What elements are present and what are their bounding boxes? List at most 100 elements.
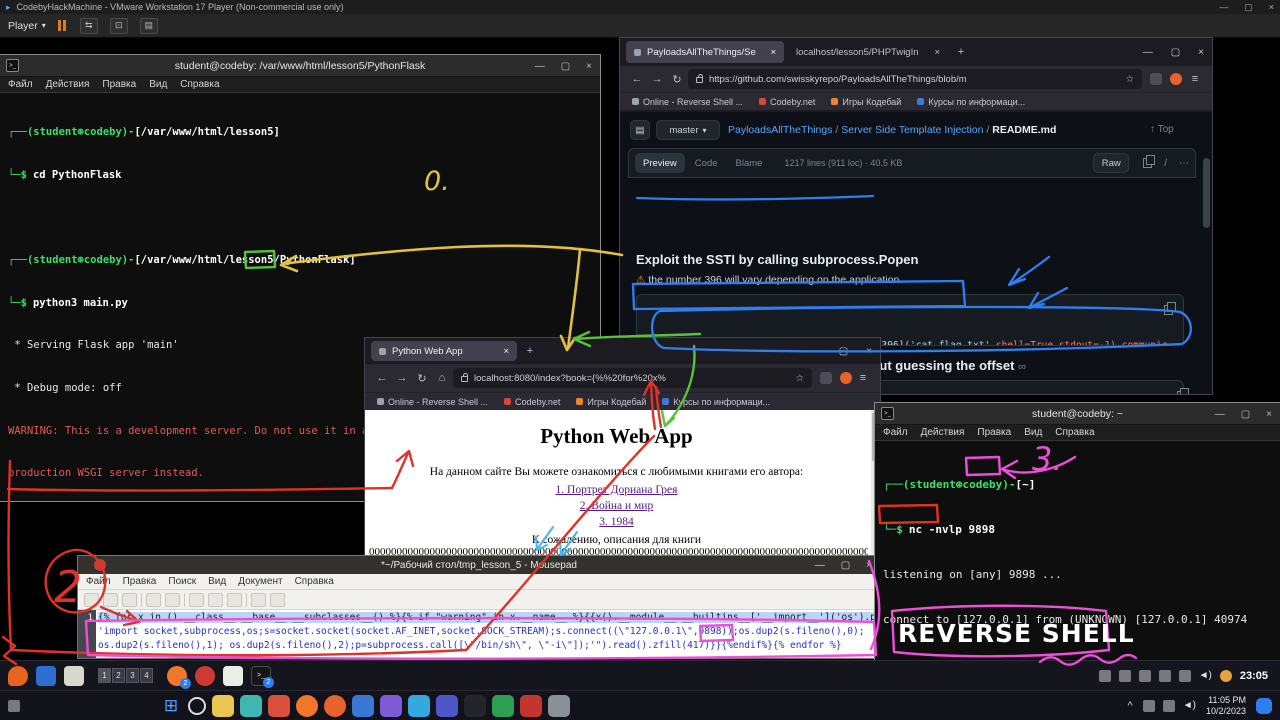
taskbar-app-7[interactable] [380,695,402,717]
maximize-button[interactable]: ▢ [1171,47,1180,58]
new-file-icon[interactable] [84,593,99,607]
menu-actions[interactable]: Действия [46,79,90,90]
tab-code[interactable]: Code [687,153,726,173]
taskbar-mousepad-icon[interactable] [223,666,243,686]
find-icon[interactable] [251,593,266,607]
taskbar-firefox-icon[interactable]: 2 [167,666,187,686]
volume-icon[interactable]: ◄) [1183,700,1196,711]
new-tab-button[interactable]: + [952,46,970,58]
tray-icon-vmware[interactable] [1139,670,1151,682]
tab-localhost-phptwig[interactable]: localhost/lesson5/PHPTwigIn × [788,41,948,63]
player-menu[interactable]: Player ▾ [8,20,46,32]
clock-date[interactable]: 11:05 PM 10/2/2023 [1206,695,1246,717]
minimize-button[interactable]: — [811,346,821,357]
app-menu-icon[interactable]: ≡ [1186,73,1204,85]
open-file-icon[interactable] [103,593,118,607]
taskbar-app-3[interactable] [268,695,290,717]
close-button[interactable]: × [1198,47,1204,58]
back-button[interactable]: ← [628,73,646,85]
copy-icon[interactable] [1143,158,1152,168]
volume-icon[interactable]: ◄) [1199,670,1212,681]
clock[interactable]: 23:05 [1240,670,1268,682]
maximize-button[interactable]: ▢ [841,560,850,571]
back-to-top-button[interactable]: ↑ Top [1150,124,1174,135]
extensions-icon[interactable] [820,372,832,384]
book-link-2[interactable]: 2. Война и мир [365,500,868,512]
menu-edit[interactable]: Правка [123,576,157,587]
tab-blame[interactable]: Blame [728,153,771,173]
menu-file[interactable]: Файл [86,576,111,587]
back-button[interactable]: ← [373,372,391,384]
taskbar-app-11[interactable] [492,695,514,717]
taskbar-browser-icon[interactable] [195,666,215,686]
menu-help[interactable]: Справка [1055,427,1094,438]
taskbar-app-10[interactable] [464,695,486,717]
close-button[interactable]: × [1266,409,1272,420]
taskbar-app-9[interactable] [436,695,458,717]
menu-actions[interactable]: Действия [921,427,965,438]
mousepad-titlebar[interactable]: *~/Рабочий стол/tmp_lesson_5 - Mousepad … [78,556,880,574]
new-tab-button[interactable]: + [521,345,539,357]
tab-payloadsallthethings[interactable]: PayloadsAllTheThings/Se × [626,41,784,63]
notification-bell-icon[interactable] [1220,670,1232,682]
menu-help[interactable]: Справка [180,79,219,90]
menu-view[interactable]: Вид [208,576,226,587]
workspace-4[interactable]: 4 [140,668,153,683]
bookmark-item[interactable]: Codeby.net [759,97,815,107]
minimize-button[interactable]: — [1215,409,1225,420]
maximize-button[interactable]: ▢ [1241,409,1250,420]
edit-icon[interactable]: / [1164,158,1167,169]
tab-close-icon[interactable]: × [503,346,509,357]
bookmark-item[interactable]: Online - Reverse Shell ... [377,397,488,407]
bookmark-star-icon[interactable]: ☆ [1125,74,1134,85]
reload-button[interactable]: ↻ [668,73,686,86]
terminal1-titlebar[interactable]: >_ student@codeby: /var/www/html/lesson5… [0,55,600,77]
account-avatar[interactable] [840,372,852,384]
taskbar-app-2[interactable] [240,695,262,717]
copy-code-icon[interactable] [1164,305,1173,315]
reload-button[interactable]: ↻ [413,372,431,385]
paste-icon[interactable] [227,593,242,607]
close-button[interactable]: × [866,560,872,571]
breadcrumb-section[interactable]: Server Side Template Injection [841,124,983,136]
tab-preview[interactable]: Preview [635,153,685,173]
mail-icon[interactable] [64,666,84,686]
url-bar[interactable]: https://github.com/swisskyrepo/PayloadsA… [688,69,1142,89]
bookmark-item[interactable]: Codeby.net [504,397,560,407]
save-icon[interactable] [122,593,137,607]
redo-icon[interactable] [165,593,180,607]
branch-selector[interactable]: master ▾ [656,120,720,140]
taskbar-app-12[interactable] [520,695,542,717]
mousepad-editor[interactable]: 1 {% for x in ().__class__.__base__.__su… [78,610,880,658]
minimize-button[interactable]: — [1143,47,1153,58]
devices-button[interactable]: ▤ [140,18,158,34]
taskbar-app-1[interactable] [212,695,234,717]
breadcrumb-repo[interactable]: PayloadsAllTheThings [728,124,832,136]
bookmark-item[interactable]: Игры Кодебай [831,97,901,107]
taskbar-terminal-icon[interactable]: >_ 2 [251,666,271,686]
url-bar[interactable]: localhost:8080/index?book={%%20for%20x% … [453,368,812,388]
taskbar-app-6[interactable] [352,695,374,717]
close-button[interactable]: × [866,346,872,357]
vmware-maximize-button[interactable]: ▢ [1244,2,1253,13]
suspend-button[interactable] [58,20,68,31]
bookmark-item[interactable]: Игры Кодебай [576,397,646,407]
taskbar-app-5[interactable] [324,695,346,717]
tab-close-icon[interactable]: × [770,47,776,58]
widgets-icon[interactable] [8,700,20,712]
book-link-3[interactable]: 3. 1984 [365,516,868,528]
ctrl-alt-del-button[interactable]: ⇆ [80,18,98,34]
tray-icon-updates[interactable] [1159,670,1171,682]
copy-icon[interactable] [208,593,223,607]
kebab-menu-icon[interactable]: ⋯ [1179,158,1189,169]
cut-icon[interactable] [189,593,204,607]
tab-close-icon[interactable]: × [934,47,940,58]
menu-file[interactable]: Файл [8,79,33,90]
bookmark-item[interactable]: Online - Reverse Shell ... [632,97,743,107]
extensions-icon[interactable] [1150,73,1162,85]
menu-help[interactable]: Справка [295,576,334,587]
tab-python-web-app[interactable]: Python Web App × [371,341,517,361]
app-menu-icon[interactable]: ≡ [854,372,872,384]
undo-icon[interactable] [146,593,161,607]
menu-document[interactable]: Документ [238,576,282,587]
